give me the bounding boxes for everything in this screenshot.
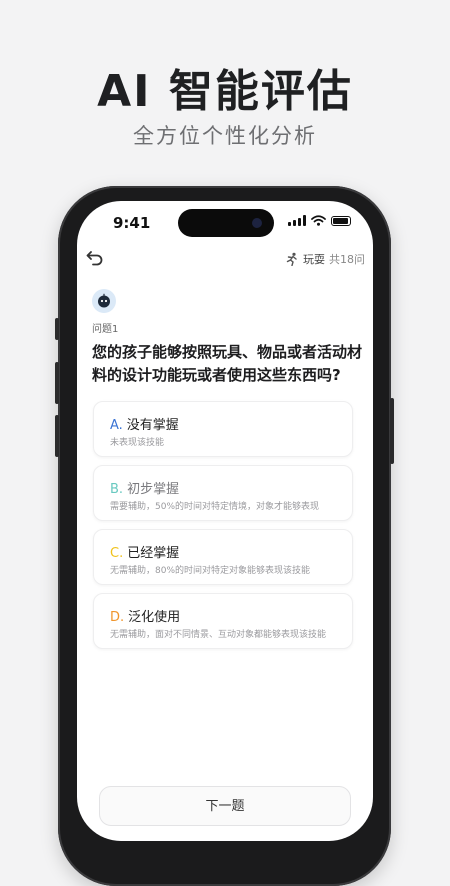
option-c[interactable]: C. 已经掌握 无需辅助，80%的时间对特定对象能够表现该技能	[93, 529, 353, 585]
option-label: 泛化使用	[128, 610, 181, 625]
phone-volume-down	[55, 415, 59, 457]
option-title: A. 没有掌握	[110, 414, 179, 433]
option-description: 无需辅助，80%的时间对特定对象能够表现该技能	[110, 566, 311, 576]
category-label: 玩耍	[303, 253, 325, 266]
option-letter: B.	[110, 482, 124, 497]
option-title: C. 已经掌握	[110, 542, 179, 561]
option-title: D. 泛化使用	[110, 606, 180, 625]
signal-icon	[288, 215, 306, 226]
option-letter: D.	[110, 610, 125, 625]
runner-icon	[286, 252, 297, 266]
status-time: 9:41	[113, 214, 151, 232]
option-letter: C.	[110, 546, 124, 561]
option-a[interactable]: A. 没有掌握 未表现该技能	[93, 401, 353, 457]
option-label: 没有掌握	[126, 418, 179, 433]
battery-icon	[331, 215, 351, 226]
wifi-icon	[311, 215, 326, 226]
bot-avatar-icon	[92, 289, 116, 313]
option-title: B. 初步掌握	[110, 478, 179, 497]
question-number: 问题1	[92, 324, 119, 335]
question-count: 共18问	[329, 253, 365, 266]
camera-icon	[252, 218, 262, 228]
promo-headline: AI 智能评估	[97, 66, 353, 117]
back-arrow-icon[interactable]	[85, 248, 105, 268]
promo-subline: 全方位个性化分析	[133, 124, 317, 148]
phone-screen: 9:41 玩耍 共18问 问题1 您的孩子能够按照玩具、物品或者活动材料的设计功…	[77, 201, 373, 841]
question-text: 您的孩子能够按照玩具、物品或者活动材料的设计功能玩或者使用这些东西吗?	[92, 343, 363, 384]
option-label: 已经掌握	[127, 546, 180, 561]
option-b[interactable]: B. 初步掌握 需要辅助，50%的时间对特定情境，对象才能够表现	[93, 465, 353, 521]
status-icons	[288, 215, 351, 226]
phone-power-button	[390, 398, 394, 464]
phone-volume-up	[55, 362, 59, 404]
option-description: 需要辅助，50%的时间对特定情境，对象才能够表现	[110, 502, 320, 512]
option-description: 未表现该技能	[110, 438, 165, 448]
option-label: 初步掌握	[127, 482, 180, 497]
next-question-button[interactable]: 下一题	[99, 786, 351, 826]
option-letter: A.	[110, 418, 123, 433]
dynamic-island	[178, 209, 274, 237]
phone-silent-switch	[55, 318, 59, 340]
category-indicator: 玩耍 共18问	[285, 251, 365, 267]
option-description: 无需辅助，面对不同情景、互动对象都能够表现该技能	[110, 630, 327, 640]
option-d[interactable]: D. 泛化使用 无需辅助，面对不同情景、互动对象都能够表现该技能	[93, 593, 353, 649]
